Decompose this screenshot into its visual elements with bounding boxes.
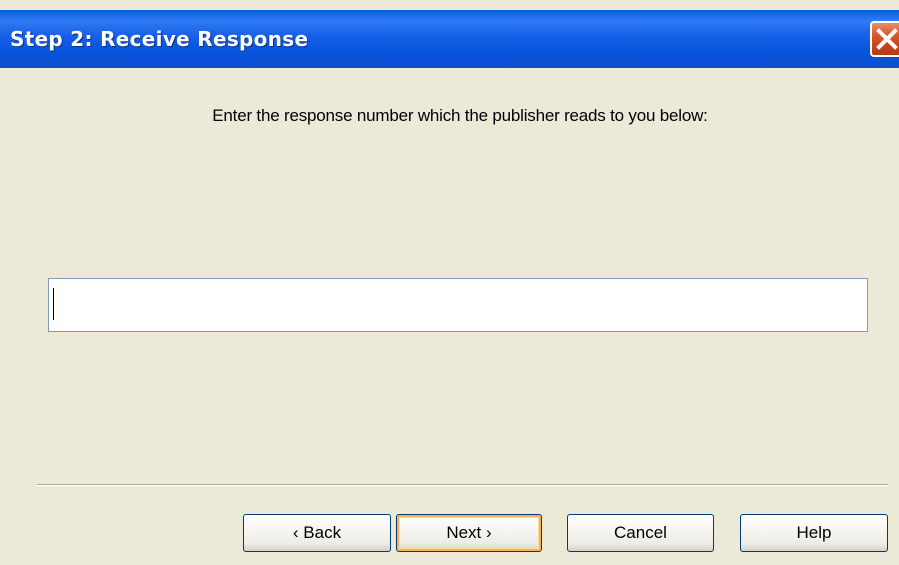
instruction-text: Enter the response number which the publ… (212, 106, 708, 125)
close-button[interactable] (870, 21, 899, 57)
close-x-icon (876, 28, 898, 50)
title-bar[interactable]: Step 2: Receive Response (0, 10, 899, 68)
back-button[interactable]: ‹ Back (243, 514, 391, 552)
wizard-dialog: Step 2: Receive Response Enter the respo… (0, 0, 899, 565)
help-button[interactable]: Help (740, 514, 888, 552)
window-title: Step 2: Receive Response (10, 27, 309, 51)
cancel-button[interactable]: Cancel (567, 514, 714, 552)
footer-separator (37, 484, 888, 486)
response-number-input[interactable] (48, 278, 868, 332)
next-button[interactable]: Next › (396, 514, 542, 552)
text-caret (53, 288, 54, 320)
